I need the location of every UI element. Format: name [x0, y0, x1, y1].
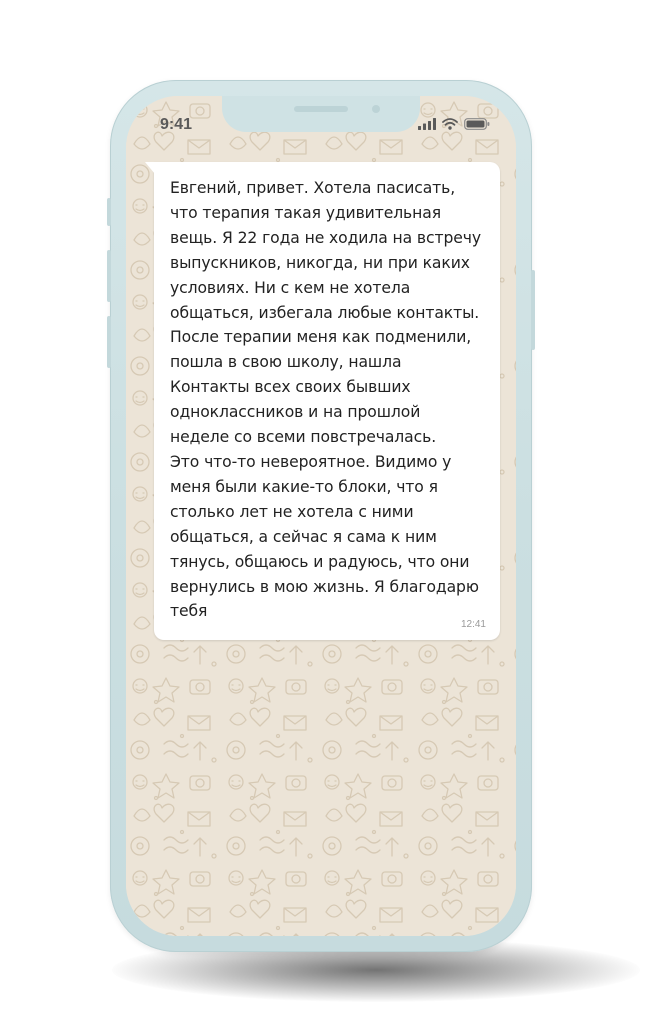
chat-screen: 9:41 Евгений, привет. Хотела пасисать, ч…: [126, 96, 516, 936]
power-button: [531, 270, 535, 350]
front-camera: [372, 105, 380, 113]
speaker-grille: [294, 106, 348, 112]
status-icons: [418, 118, 490, 130]
phone-frame: 9:41 Евгений, привет. Хотела пасисать, ч…: [107, 80, 535, 952]
bubble-tail: [145, 162, 155, 174]
volume-down-button: [107, 316, 111, 368]
notch: [222, 96, 420, 132]
signal-icon: [418, 118, 436, 130]
message-time: 12:41: [460, 619, 486, 630]
volume-up-button: [107, 250, 111, 302]
side-button: [107, 198, 111, 226]
message-bubble[interactable]: Евгений, привет. Хотела пасисать, что те…: [145, 162, 500, 640]
message-text: Евгений, привет. Хотела пасисать, что те…: [170, 179, 481, 621]
wifi-icon: [442, 118, 458, 130]
battery-icon: [464, 118, 490, 130]
status-time: 9:41: [160, 116, 193, 133]
